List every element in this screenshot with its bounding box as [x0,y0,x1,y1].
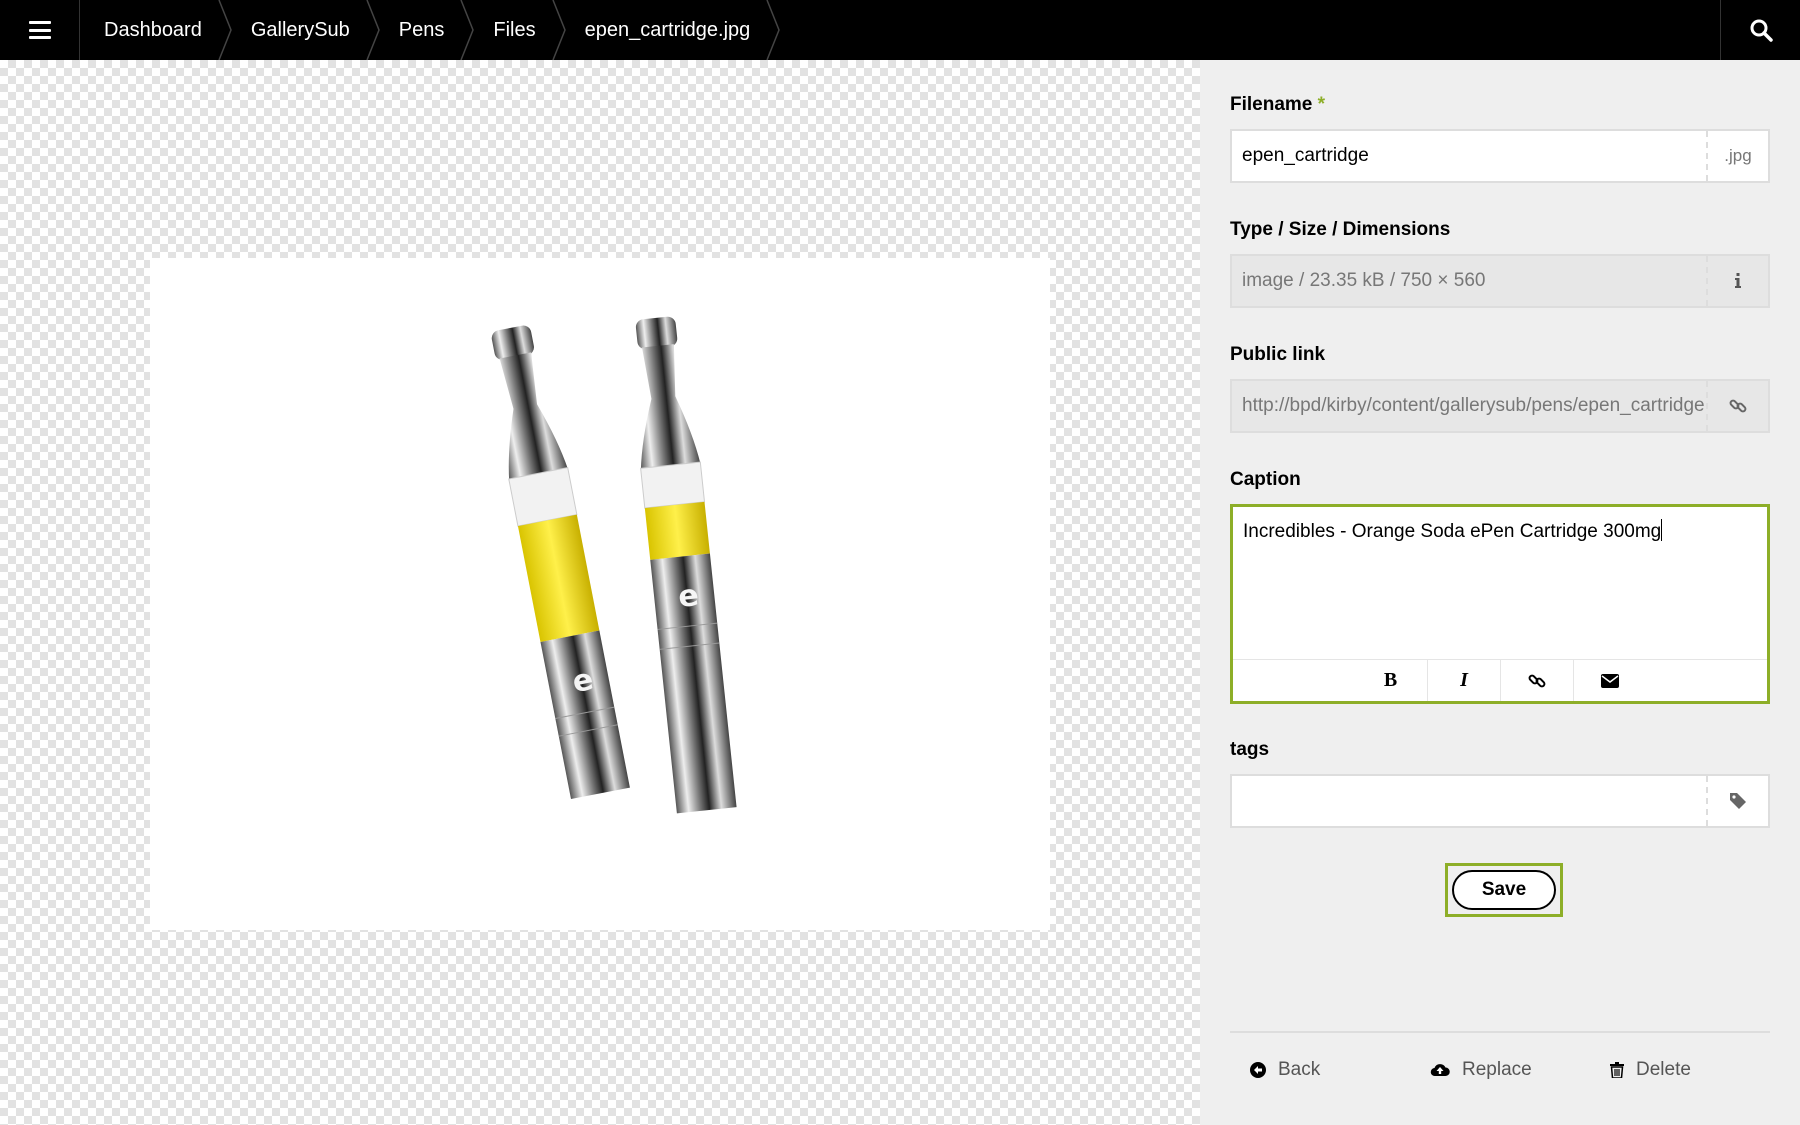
type-size-label: Type / Size / Dimensions [1230,219,1451,240]
file-image[interactable]: e e [150,258,1050,930]
type-size-field: Type / Size / Dimensions image / 23.35 k… [1230,218,1770,310]
envelope-icon [1601,673,1619,688]
public-link-input-wrap: http://bpd/kirby/content/gallerysub/pens… [1230,379,1770,433]
caption-textarea[interactable]: Incredibles - Orange Soda ePen Cartridge… [1230,504,1770,704]
breadcrumb-label: Dashboard [104,18,202,41]
replace-button[interactable]: Replace [1410,1045,1590,1095]
link-icon [1729,399,1747,413]
tags-addon [1706,776,1768,826]
back-button[interactable]: Back [1230,1045,1410,1095]
bold-icon: B [1383,669,1398,691]
file-actions: Back Replace Delete [1230,1045,1770,1095]
italic-icon: I [1460,669,1468,691]
save-button-focus-ring: Save [1445,863,1563,917]
breadcrumb-item-pens[interactable]: Pens [374,0,475,60]
svg-text:e: e [677,578,701,615]
filename-input[interactable]: epen_cartridge [1232,131,1706,181]
tag-icon [1730,793,1746,809]
filename-input-wrap: epen_cartridge .jpg [1230,129,1770,183]
type-size-input-wrap: image / 23.35 kB / 750 × 560 [1230,254,1770,308]
caption-text[interactable]: Incredibles - Orange Soda ePen Cartridge… [1243,519,1663,545]
insert-link-button[interactable] [1500,660,1573,701]
file-preview: e e [0,60,1200,1125]
tags-input[interactable] [1232,776,1706,826]
file-extension: .jpg [1706,131,1768,181]
search-icon [1750,19,1773,42]
link-icon [1528,674,1546,687]
breadcrumb-label: GallerySub [250,18,350,41]
public-link-input[interactable]: http://bpd/kirby/content/gallerysub/pens… [1232,381,1706,431]
delete-label: Delete [1636,1059,1691,1080]
breadcrumb-item-dashboard[interactable]: Dashboard [80,0,232,60]
search-button[interactable] [1720,0,1800,60]
text-caret [1661,519,1663,541]
save-button[interactable]: Save [1452,870,1556,910]
breadcrumb-item-gallerysub[interactable]: GallerySub [226,0,380,60]
required-mark: * [1317,94,1326,115]
tags-field: tags [1230,738,1770,830]
public-link-field: Public link http://bpd/kirby/content/gal… [1230,343,1770,435]
trash-icon [1610,1062,1624,1078]
breadcrumb: Dashboard GallerySub Pens Files epen_car… [80,0,781,60]
breadcrumb-label: epen_cartridge.jpg [584,18,751,41]
cartridge-photo: e e [491,316,737,814]
bold-button[interactable]: B [1354,660,1427,701]
replace-label: Replace [1462,1059,1532,1080]
insert-email-button[interactable] [1573,660,1646,701]
type-size-value: image / 23.35 kB / 750 × 560 [1242,270,1486,291]
caption-label: Caption [1230,469,1301,490]
filename-label: Filename * [1230,93,1770,117]
file-sidebar: Filename * epen_cartridge .jpg Type / Si… [1200,60,1800,1125]
breadcrumb-label: Files [493,18,536,41]
breadcrumb-label: Pens [398,18,445,41]
filename-label-text: Filename [1230,94,1313,115]
topbar: Dashboard GallerySub Pens Files epen_car… [0,0,1800,60]
tags-input-wrap [1230,774,1770,828]
open-link-button[interactable] [1706,381,1768,431]
breadcrumb-item-current-file[interactable]: epen_cartridge.jpg [560,0,781,60]
cloud-upload-icon [1430,1064,1450,1077]
breadcrumb-item-files[interactable]: Files [468,0,566,60]
menu-button[interactable] [0,0,80,60]
divider [1230,1031,1770,1033]
delete-button[interactable]: Delete [1590,1045,1770,1095]
italic-button[interactable]: I [1427,660,1500,701]
caption-field: Caption Incredibles - Orange Soda ePen C… [1230,468,1770,708]
info-icon [1735,273,1741,288]
caption-value: Incredibles - Orange Soda ePen Cartridge… [1243,521,1662,542]
caption-toolbar: B I [1233,659,1767,701]
back-arrow-icon [1250,1062,1266,1078]
tags-label: tags [1230,739,1270,760]
public-link-label: Public link [1230,344,1326,365]
filename-field: Filename * epen_cartridge .jpg [1230,93,1770,185]
hamburger-icon [28,21,51,39]
breadcrumb-separator [766,0,781,60]
back-label: Back [1278,1059,1321,1080]
info-button[interactable] [1706,256,1768,306]
